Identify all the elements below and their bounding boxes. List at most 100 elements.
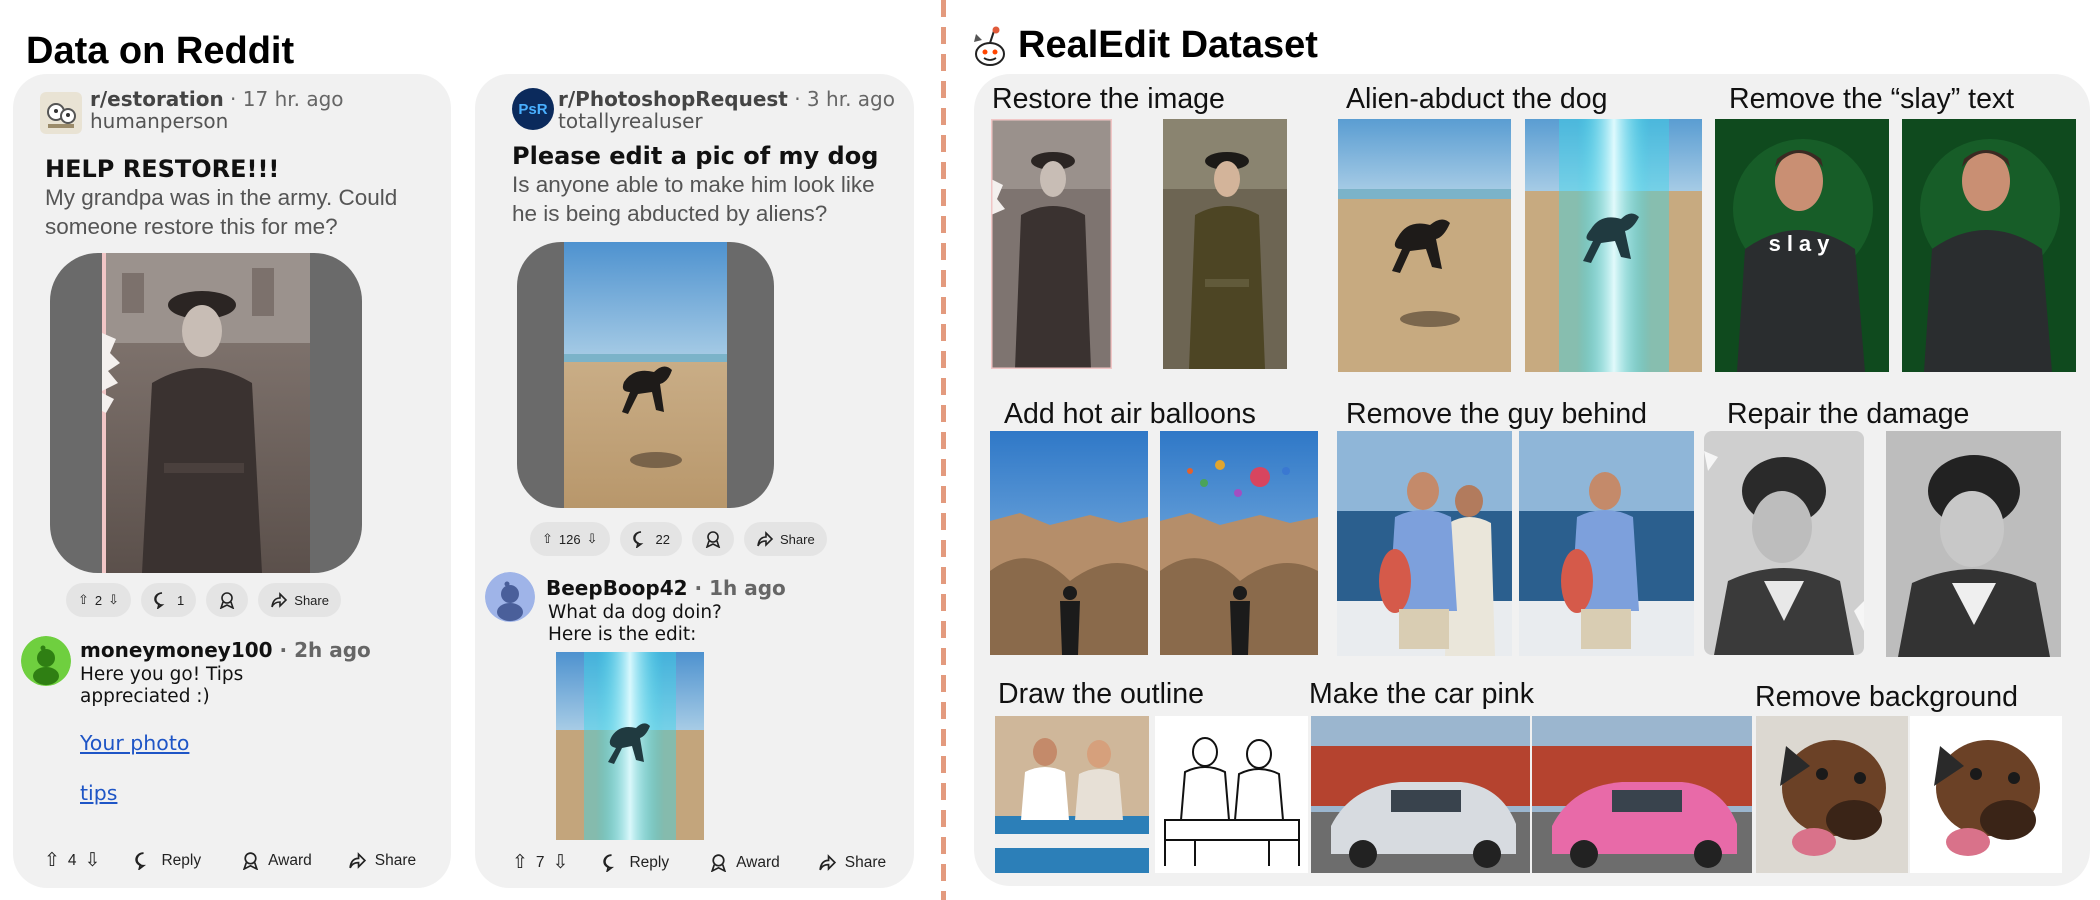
award-icon bbox=[220, 592, 235, 609]
comment1-share-button[interactable]: Share bbox=[348, 851, 416, 870]
post2-actions: ⇧ 126 ⇩ 22 Share bbox=[530, 522, 827, 556]
alien-abduction-edit-photo[interactable] bbox=[556, 652, 704, 840]
post2-votes: 126 bbox=[558, 531, 581, 547]
estoration-subreddit-icon[interactable] bbox=[40, 92, 82, 134]
comment1-line1: Here you go! Tips bbox=[80, 664, 244, 685]
share-icon bbox=[819, 854, 836, 871]
comment2-award-button[interactable]: Award bbox=[709, 853, 780, 872]
comment1-line2: appreciated :) bbox=[80, 686, 210, 707]
downvote-icon[interactable]: ⇩ bbox=[587, 531, 598, 547]
comment1-share-label: Share bbox=[374, 851, 417, 869]
restore-after-tile bbox=[1163, 119, 1287, 369]
post1-award-pill[interactable] bbox=[206, 583, 249, 617]
caption-remove-slay: Remove the “slay” text bbox=[1729, 83, 2015, 115]
post1-user[interactable]: humanperson bbox=[90, 110, 430, 132]
upvote-icon[interactable]: ⇧ bbox=[44, 849, 60, 872]
post2-time: · 3 hr. ago bbox=[787, 87, 895, 111]
upvote-icon[interactable]: ⇧ bbox=[512, 851, 528, 874]
share-icon bbox=[271, 592, 288, 608]
post1-share-label: Share bbox=[294, 592, 329, 608]
post1-time: · 17 hr. ago bbox=[223, 87, 344, 111]
repair-before-tile bbox=[1704, 431, 1864, 655]
downvote-icon[interactable]: ⇩ bbox=[553, 851, 569, 874]
caption-car-pink: Make the car pink bbox=[1309, 678, 1534, 710]
caption-remove-guy: Remove the guy behind bbox=[1346, 398, 1648, 430]
abduct-after-tile bbox=[1525, 119, 1702, 372]
comment2-line2: Here is the edit: bbox=[548, 624, 697, 645]
comment1-vote[interactable]: ⇧ 4 ⇩ bbox=[44, 849, 100, 872]
comment-icon bbox=[632, 531, 643, 548]
comment2-share-button[interactable]: Share bbox=[818, 853, 886, 872]
comment2-user[interactable]: BeepBoop42 bbox=[546, 576, 688, 600]
outline-after-tile bbox=[1155, 716, 1308, 873]
upvote-icon[interactable]: ⇧ bbox=[542, 531, 553, 547]
dog-bg-before-tile bbox=[1756, 716, 1908, 873]
right-section-title: RealEdit Dataset bbox=[1018, 24, 1318, 66]
post2-award-pill[interactable] bbox=[691, 522, 734, 556]
post1-subreddit[interactable]: r/estoration bbox=[90, 87, 224, 111]
comment2-header: BeepBoop42 · 1h ago bbox=[546, 576, 786, 600]
slay-after-tile bbox=[1902, 119, 2076, 372]
comment1-reply-button[interactable]: Reply bbox=[134, 851, 201, 870]
award-icon bbox=[705, 531, 721, 548]
comment2-award-label: Award bbox=[736, 853, 780, 871]
share-icon bbox=[757, 531, 774, 547]
remove-guy-after-tile bbox=[1519, 431, 1694, 656]
comment2-actions: ⇧ 7 ⇩ Reply Award Share bbox=[512, 851, 886, 874]
moneymoney100-avatar[interactable] bbox=[21, 636, 71, 686]
balloons-before-tile bbox=[990, 431, 1148, 655]
post2-vote-pill[interactable]: ⇧ 126 ⇩ bbox=[530, 522, 610, 556]
upvote-icon[interactable]: ⇧ bbox=[78, 592, 89, 608]
comment1-award-button[interactable]: Award bbox=[241, 851, 312, 870]
post1-comment-pill[interactable]: 1 bbox=[141, 583, 197, 617]
post1-comment-count: 1 bbox=[177, 592, 185, 608]
reply-icon bbox=[603, 854, 615, 872]
comment1-user[interactable]: moneymoney100 bbox=[80, 638, 273, 662]
comment-icon bbox=[154, 592, 165, 609]
downvote-icon[interactable]: ⇩ bbox=[108, 592, 119, 608]
award-icon bbox=[711, 854, 727, 872]
balloons-after-tile bbox=[1160, 431, 1318, 655]
slay-before-tile: slay bbox=[1715, 119, 1889, 372]
comment2-time: · 1h ago bbox=[687, 576, 786, 600]
comment2-vote[interactable]: ⇧ 7 ⇩ bbox=[512, 851, 568, 874]
post1-title: HELP RESTORE!!! bbox=[45, 155, 280, 183]
post2-media[interactable] bbox=[517, 242, 774, 508]
dog-beach-photo bbox=[564, 242, 727, 508]
post2-subreddit[interactable]: r/PhotoshopRequest bbox=[558, 87, 788, 111]
comment1-link-photo[interactable]: Your photo bbox=[80, 731, 189, 755]
post1-media[interactable] bbox=[50, 253, 362, 573]
comment2-votes: 7 bbox=[535, 853, 545, 871]
beepboop42-avatar[interactable] bbox=[485, 572, 535, 622]
post1-vote-pill[interactable]: ⇧ 2 ⇩ bbox=[66, 583, 132, 617]
comment2-reply-button[interactable]: Reply bbox=[602, 853, 669, 872]
comment2-text: What da dog doin? Here is the edit: bbox=[548, 602, 722, 646]
share-icon bbox=[349, 852, 366, 869]
reddit-mascot-icon bbox=[974, 26, 1005, 66]
remove-guy-before-tile bbox=[1337, 431, 1512, 656]
restore-before-tile bbox=[991, 119, 1112, 369]
comment1-link-tips[interactable]: tips bbox=[80, 781, 117, 805]
car-after-tile bbox=[1532, 716, 1752, 873]
reply-icon bbox=[135, 852, 147, 870]
downvote-icon[interactable]: ⇩ bbox=[85, 849, 101, 872]
photoshoprequest-subreddit-icon[interactable]: PsR bbox=[512, 88, 554, 130]
comment2-reply-label: Reply bbox=[629, 853, 670, 871]
post2-share-pill[interactable]: Share bbox=[743, 522, 827, 556]
comment1-header: moneymoney100 · 2h ago bbox=[80, 638, 371, 662]
comment1-text: Here you go! Tips appreciated :) bbox=[80, 664, 243, 708]
caption-draw-outline: Draw the outline bbox=[998, 678, 1204, 710]
post1-body: My grandpa was in the army. Could someon… bbox=[45, 185, 398, 239]
post1-share-pill[interactable]: Share bbox=[258, 583, 341, 617]
repair-after-tile bbox=[1886, 431, 2061, 657]
left-section-title: Data on Reddit bbox=[26, 30, 295, 72]
post2-user[interactable]: totallyrealuser bbox=[558, 110, 898, 132]
caption-repair-damage: Repair the damage bbox=[1727, 398, 1970, 430]
slay-overlay-text: slay bbox=[1769, 231, 1836, 256]
post2-comment-pill[interactable]: 22 bbox=[619, 522, 682, 556]
comment1-actions: ⇧ 4 ⇩ Reply Award Share bbox=[44, 849, 416, 872]
post1-votes: 2 bbox=[94, 592, 103, 608]
dog-bg-after-tile bbox=[1910, 716, 2062, 873]
caption-remove-background: Remove background bbox=[1755, 681, 2018, 713]
comment1-reply-label: Reply bbox=[161, 851, 202, 869]
